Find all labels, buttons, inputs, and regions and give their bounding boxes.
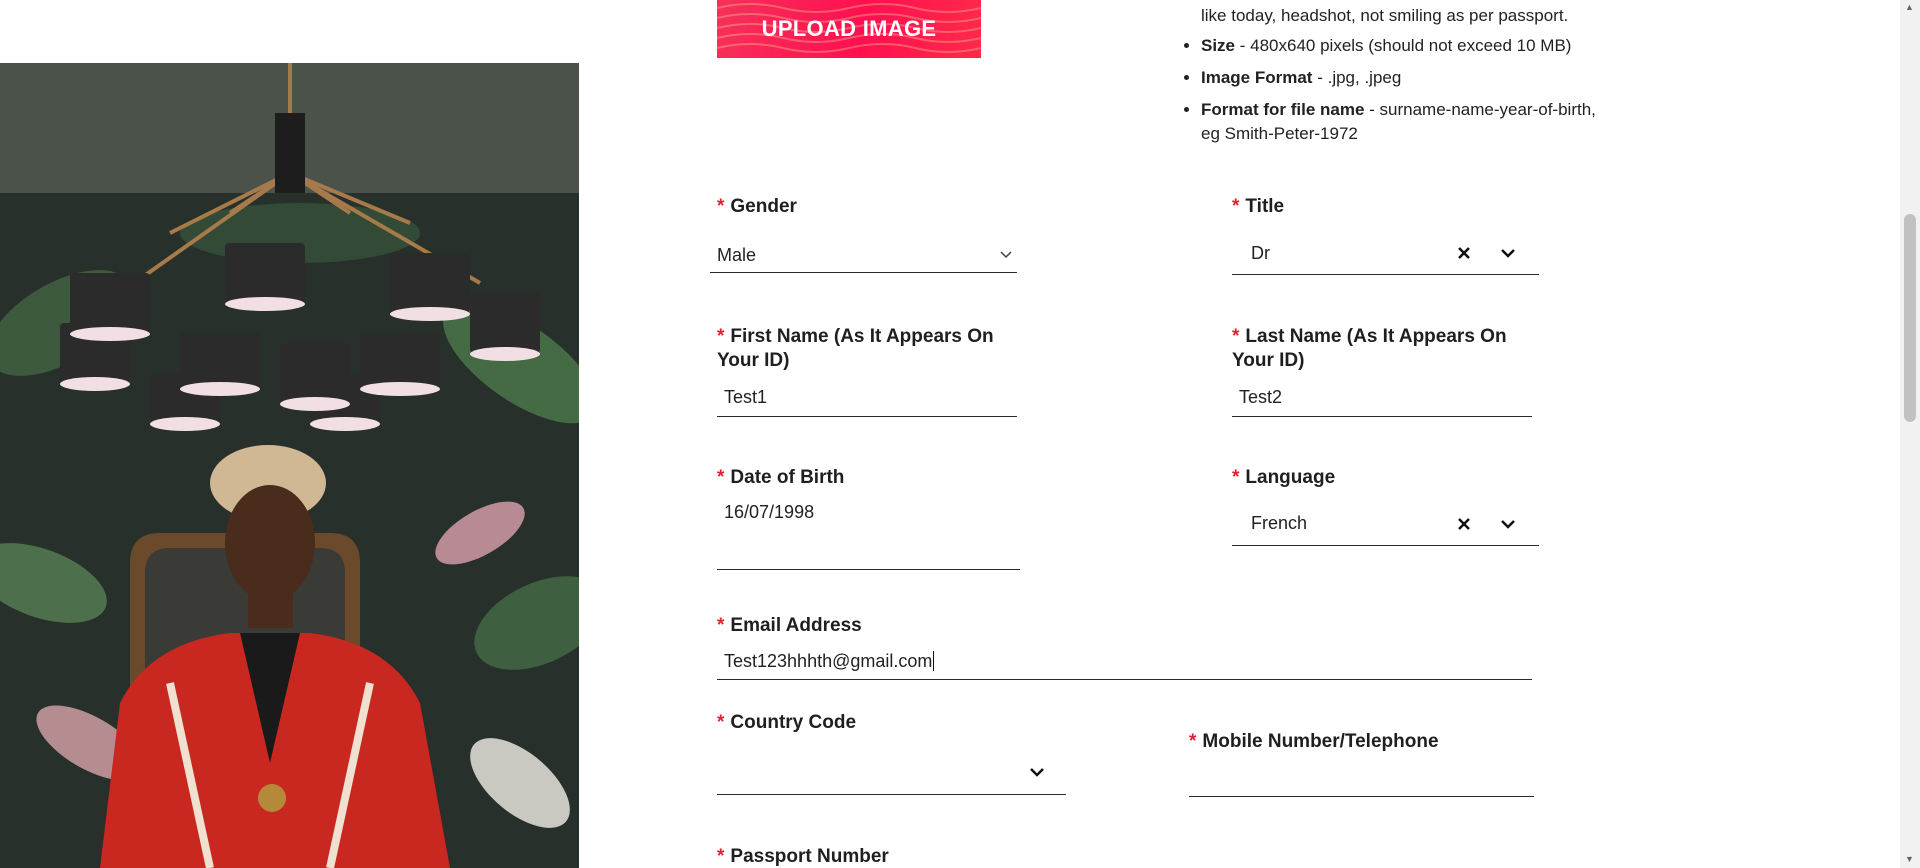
- last-name-value: Test2: [1239, 387, 1283, 407]
- mobile-input[interactable]: [1189, 760, 1534, 797]
- scroll-up-icon[interactable]: ▲: [1905, 2, 1914, 12]
- title-field: * Title Dr: [1232, 195, 1540, 275]
- chevron-down-icon: [1501, 520, 1515, 529]
- gender-value: Male: [717, 245, 757, 265]
- page-scrollbar[interactable]: ▲ ▼: [1900, 0, 1920, 868]
- email-value: Test123hhhth@gmail.com: [724, 651, 935, 671]
- email-field: * Email Address Test123hhhth@gmail.com: [717, 614, 1532, 680]
- guideline-format: Image Format - .jpg, .jpeg: [1201, 66, 1601, 90]
- scrollbar-thumb[interactable]: [1904, 214, 1916, 422]
- country-code-select[interactable]: [717, 747, 1066, 795]
- passport-field: * Passport Number: [717, 845, 1017, 868]
- dob-label: * Date of Birth: [717, 467, 845, 488]
- language-label: * Language: [1232, 467, 1336, 488]
- guideline-filename: Format for file name - surname-name-year…: [1201, 98, 1601, 146]
- guideline-list: Size - 480x640 pixels (should not exceed…: [1176, 34, 1601, 154]
- gender-label: * Gender: [717, 196, 797, 217]
- country-code-label: * Country Code: [717, 712, 857, 733]
- first-name-label: * First Name (As It Appears On Your ID): [717, 326, 994, 371]
- hero-photo: [0, 63, 579, 868]
- guideline-continuation: like today, headshot, not smiling as per…: [1201, 6, 1569, 25]
- chevron-down-icon: [1030, 768, 1044, 777]
- language-select[interactable]: French: [1232, 502, 1539, 546]
- last-name-label: * Last Name (As It Appears On Your ID): [1232, 326, 1507, 371]
- mobile-field: * Mobile Number/Telephone: [1189, 730, 1534, 797]
- title-label: * Title: [1232, 196, 1285, 217]
- chevron-down-icon: [1000, 251, 1012, 259]
- clear-icon[interactable]: [1457, 246, 1471, 260]
- email-input[interactable]: Test123hhhth@gmail.com: [717, 648, 1532, 680]
- dob-input[interactable]: 16/07/1998: [717, 502, 1020, 570]
- clear-icon[interactable]: [1457, 517, 1471, 531]
- country-code-field: * Country Code: [717, 711, 1066, 795]
- dob-field: * Date of Birth 16/07/1998: [717, 466, 1020, 570]
- first-name-value: Test1: [724, 387, 768, 407]
- upload-image-label: UPLOAD IMAGE: [761, 16, 937, 41]
- gender-select[interactable]: Male: [710, 237, 1017, 273]
- email-label: * Email Address: [717, 615, 862, 636]
- first-name-field: * First Name (As It Appears On Your ID) T…: [717, 325, 1017, 417]
- mobile-label: * Mobile Number/Telephone: [1189, 731, 1439, 752]
- guideline-size: Size - 480x640 pixels (should not exceed…: [1201, 34, 1601, 58]
- last-name-input[interactable]: Test2: [1232, 381, 1532, 417]
- gender-field: * Gender Male: [710, 195, 1017, 275]
- scroll-down-icon[interactable]: ▼: [1905, 854, 1914, 864]
- language-field: * Language French: [1232, 466, 1540, 546]
- last-name-field: * Last Name (As It Appears On Your ID) Te…: [1232, 325, 1532, 417]
- photo-illustration: [0, 63, 579, 868]
- chevron-down-icon: [1501, 249, 1515, 258]
- dob-value: 16/07/1998: [724, 502, 815, 522]
- title-select[interactable]: Dr: [1232, 231, 1539, 275]
- upload-image-button[interactable]: UPLOAD IMAGE: [717, 0, 981, 58]
- language-value: French: [1251, 513, 1308, 533]
- passport-label: * Passport Number: [717, 846, 889, 867]
- title-value: Dr: [1251, 243, 1270, 263]
- first-name-input[interactable]: Test1: [717, 381, 1017, 417]
